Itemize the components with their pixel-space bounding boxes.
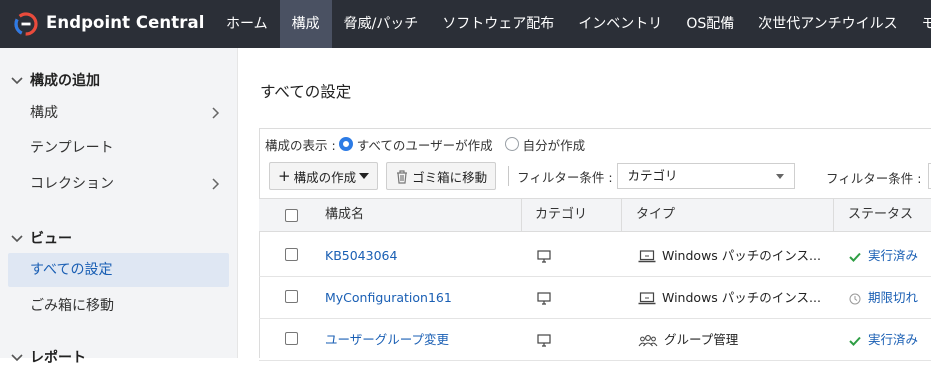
status-cell: 実行済み xyxy=(849,235,918,277)
status-cell: 実行済み xyxy=(849,319,918,361)
main-nav: ホーム 構成 脅威/パッチ ソフトウェア配布 インベントリ OS配備 次世代アン… xyxy=(214,0,931,48)
nav-tab-more[interactable]: モ xyxy=(910,0,931,48)
sidebar-section-title: 構成の追加 xyxy=(30,73,100,89)
sidebar-section-title: レポート xyxy=(30,350,86,366)
brand-name[interactable]: Endpoint Central xyxy=(46,13,204,32)
category-filter-select[interactable]: カテゴリ xyxy=(616,163,795,189)
caret-down-icon xyxy=(359,173,370,179)
column-divider xyxy=(833,199,834,231)
users-icon xyxy=(638,335,658,347)
sidebar-item-all-settings[interactable]: すべての設定 xyxy=(8,253,229,287)
configuration-name-link[interactable]: ユーザーグループ変更 xyxy=(325,319,449,361)
check-icon xyxy=(849,252,861,262)
plus-icon: + xyxy=(278,167,291,185)
row-checkbox[interactable] xyxy=(285,248,298,261)
status-cell: 期限切れ xyxy=(849,277,918,319)
filter-label: フィルター条件 : xyxy=(517,169,613,185)
clock-icon xyxy=(849,293,861,304)
chevron-down-icon xyxy=(11,354,23,362)
move-to-trash-label: ゴミ箱に移動 xyxy=(412,169,488,185)
sidebar-item-label: 構成 xyxy=(30,105,58,121)
configuration-name-link[interactable]: KB5043064 xyxy=(325,235,397,277)
sidebar-item-label: コレクション xyxy=(30,176,114,192)
sidebar-section-view[interactable]: ビュー xyxy=(10,228,72,248)
sidebar-section-report[interactable]: レポート xyxy=(10,347,86,367)
nav-tab-threats-patches[interactable]: 脅威/パッチ xyxy=(332,0,431,48)
sidebar-item-configuration[interactable]: 構成 xyxy=(8,96,229,130)
type-cell: Windows パッチのインス... xyxy=(638,277,821,319)
create-configuration-label: 構成の作成 xyxy=(293,169,357,185)
table-row: ユーザーグループ変更 グループ管理 実行済み xyxy=(259,319,931,361)
type-cell: グループ管理 xyxy=(638,319,738,361)
category-cell xyxy=(537,277,551,319)
chevron-right-icon xyxy=(212,107,220,119)
column-header-name[interactable]: 構成名 xyxy=(325,199,364,231)
table-row: MyConfiguration161 Windows パッチのインス... 期限… xyxy=(259,277,931,319)
sidebar-item-template[interactable]: テンプレート xyxy=(8,131,229,165)
chevron-right-icon xyxy=(212,178,220,190)
category-filter-value: カテゴリ xyxy=(627,168,678,183)
table-row: KB5043064 Windows パッチのインス... 実行済み xyxy=(259,235,931,277)
status-label: 実行済み xyxy=(868,332,919,347)
nav-tab-os-deployment[interactable]: OS配備 xyxy=(674,0,746,48)
endpoint-central-logo xyxy=(14,12,38,36)
filter-label-2: フィルター条件 : xyxy=(826,171,922,186)
status-label: 実行済み xyxy=(868,248,919,263)
chevron-down-icon xyxy=(11,235,23,243)
nav-tab-inventory[interactable]: インベントリ xyxy=(566,0,674,48)
nav-tab-next-gen-antivirus[interactable]: 次世代アンチウイルス xyxy=(746,0,909,48)
scope-filter: 構成の表示 : すべてのユーザーが作成 自分が作成 xyxy=(265,134,585,154)
caret-down-icon xyxy=(775,174,784,179)
sidebar-item-trash[interactable]: ごみ箱に移動 xyxy=(8,289,229,323)
scope-label: 構成の表示 : xyxy=(265,137,336,153)
sidebar-section-title: ビュー xyxy=(30,231,72,247)
top-navigation-bar: Endpoint Central ホーム 構成 脅威/パッチ ソフトウェア配布 … xyxy=(0,0,931,48)
nav-tab-configuration[interactable]: 構成 xyxy=(279,0,332,48)
sidebar-item-collection[interactable]: コレクション xyxy=(8,167,229,201)
sidebar-item-label: テンプレート xyxy=(30,140,114,156)
radio-all-users-label[interactable]: すべてのユーザーが作成 xyxy=(357,135,493,154)
type-cell: Windows パッチのインス... xyxy=(638,235,821,277)
row-checkbox[interactable] xyxy=(285,332,298,345)
column-header-category[interactable]: カテゴリ xyxy=(535,199,587,231)
create-configuration-button[interactable]: + 構成の作成 xyxy=(269,162,379,190)
move-to-trash-button[interactable]: ゴミ箱に移動 xyxy=(386,162,497,190)
type-label: Windows パッチのインス... xyxy=(662,248,821,263)
monitor-icon xyxy=(537,250,551,263)
sidebar: 構成の追加 構成 テンプレート コレクション ビュー すべての設定 ごみ箱に移動… xyxy=(0,48,238,366)
laptop-icon xyxy=(638,250,656,263)
toolbar-divider xyxy=(508,166,510,186)
column-divider xyxy=(621,199,622,231)
table-header: 構成名 カテゴリ タイプ ステータス xyxy=(259,198,931,232)
sidebar-item-label: すべての設定 xyxy=(30,262,113,278)
radio-all-users[interactable] xyxy=(338,137,353,151)
sidebar-section-add-configuration[interactable]: 構成の追加 xyxy=(10,70,100,90)
type-label: Windows パッチのインス... xyxy=(662,290,821,305)
column-header-type[interactable]: タイプ xyxy=(636,199,675,231)
select-all-checkbox[interactable] xyxy=(285,209,298,222)
monitor-icon xyxy=(537,334,551,347)
nav-tab-home[interactable]: ホーム xyxy=(214,0,280,48)
monitor-icon xyxy=(537,292,551,305)
radio-mine-label[interactable]: 自分が作成 xyxy=(523,135,586,154)
status-label: 期限切れ xyxy=(868,290,919,305)
toolbar: + 構成の作成 ゴミ箱に移動 フィルター条件 : カテゴリ xyxy=(269,162,795,190)
laptop-icon xyxy=(638,292,656,305)
column-header-status[interactable]: ステータス xyxy=(848,199,913,231)
trash-icon xyxy=(397,169,408,184)
type-label: グループ管理 xyxy=(664,332,739,347)
sidebar-item-label: ごみ箱に移動 xyxy=(30,298,114,314)
category-cell xyxy=(537,235,551,277)
row-checkbox[interactable] xyxy=(285,290,298,303)
radio-mine[interactable] xyxy=(504,137,519,151)
category-cell xyxy=(537,319,551,361)
page-title: すべての設定 xyxy=(260,83,352,101)
column-divider xyxy=(521,199,522,231)
configuration-name-link[interactable]: MyConfiguration161 xyxy=(325,277,452,319)
nav-tab-software-deployment[interactable]: ソフトウェア配布 xyxy=(430,0,566,48)
chevron-down-icon xyxy=(11,77,23,85)
check-icon xyxy=(849,336,861,346)
